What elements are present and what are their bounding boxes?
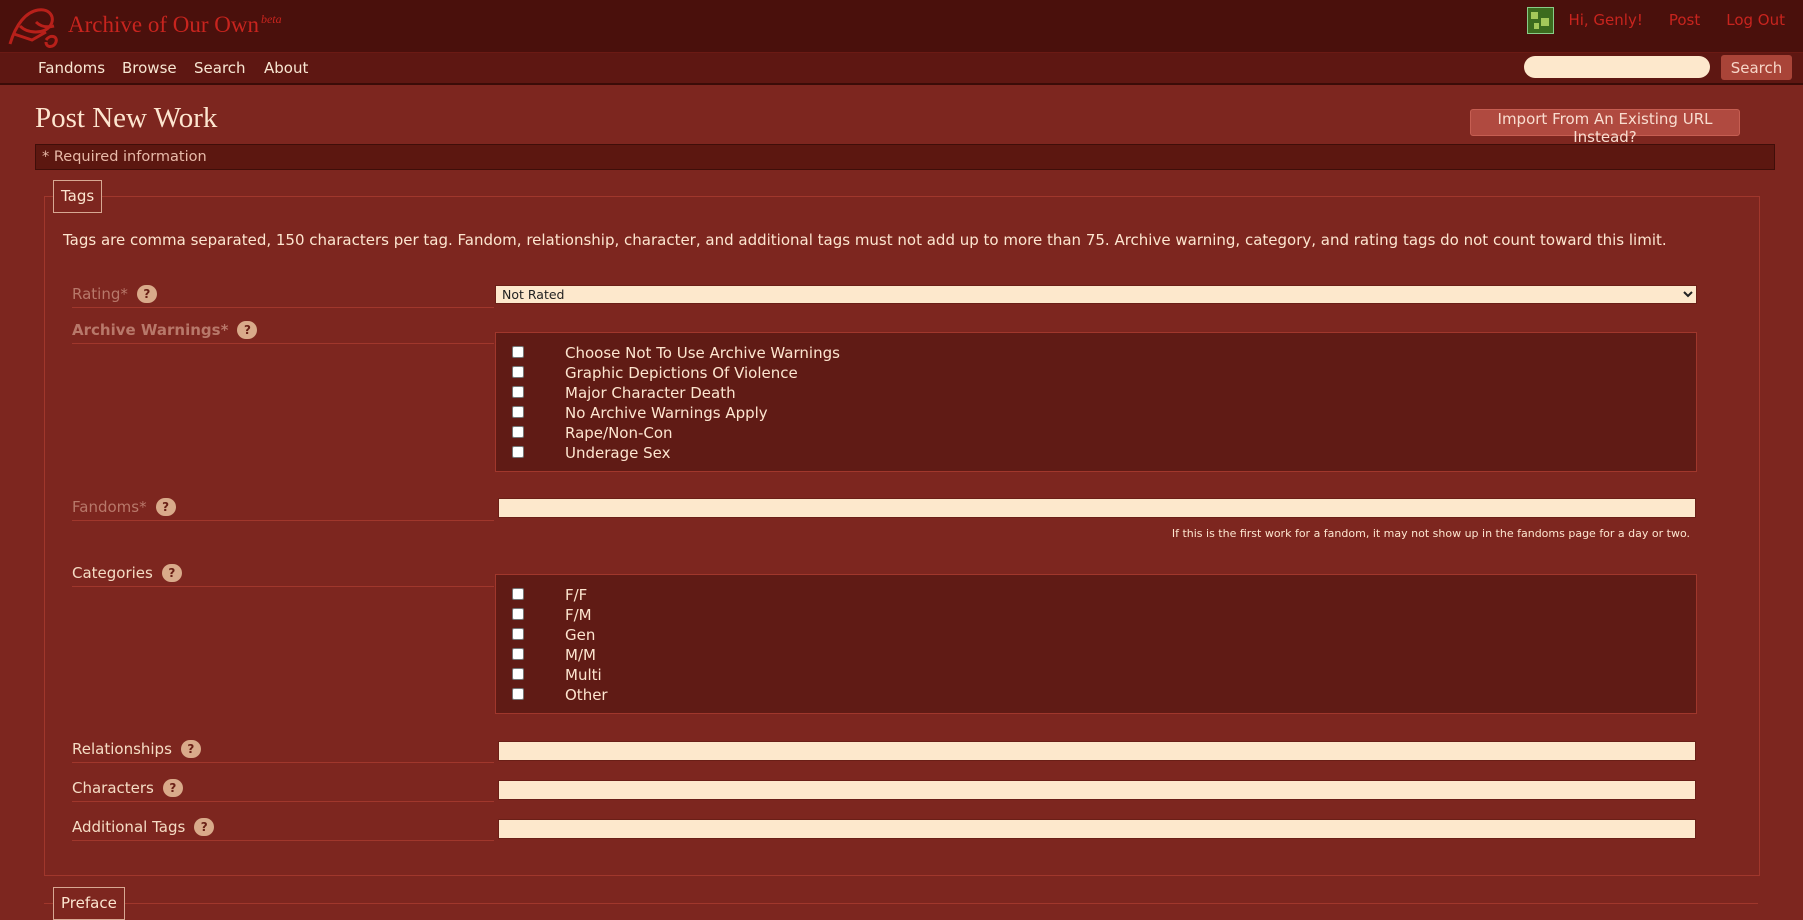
rating-label-text: Rating* <box>72 285 128 303</box>
category-checkbox[interactable] <box>512 608 524 620</box>
warning-label[interactable]: No Archive Warnings Apply <box>565 404 768 422</box>
fandoms-help-icon[interactable]: ? <box>155 498 176 516</box>
characters-help-icon[interactable]: ? <box>162 779 183 797</box>
category-label[interactable]: Other <box>565 686 608 704</box>
characters-input[interactable] <box>498 780 1696 800</box>
preface-legend: Preface <box>53 887 125 920</box>
fandoms-input[interactable] <box>498 498 1696 518</box>
post-link[interactable]: Post <box>1669 11 1700 29</box>
relationships-input[interactable] <box>498 741 1696 761</box>
category-checkbox[interactable] <box>512 648 524 660</box>
characters-label: Characters? <box>72 779 494 802</box>
rating-label: Rating*? <box>72 285 494 308</box>
category-checkbox[interactable] <box>512 688 524 700</box>
warning-label[interactable]: Choose Not To Use Archive Warnings <box>565 344 840 362</box>
relationships-help-icon[interactable]: ? <box>180 740 201 758</box>
greeting-link[interactable]: Hi, Genly! <box>1568 11 1642 29</box>
categories-label: Categories? <box>72 564 494 587</box>
warning-label[interactable]: Underage Sex <box>565 444 670 462</box>
warning-label[interactable]: Major Character Death <box>565 384 736 402</box>
category-checkbox[interactable] <box>512 588 524 600</box>
categories-checkbox-group: F/F F/M Gen M/M Multi Other <box>495 574 1697 714</box>
warning-checkbox[interactable] <box>512 426 524 438</box>
site-title[interactable]: Archive of Our Own beta <box>68 12 282 38</box>
site-title-text[interactable]: Archive of Our Own <box>68 12 259 37</box>
warning-checkbox[interactable] <box>512 386 524 398</box>
logout-link[interactable]: Log Out <box>1726 11 1785 29</box>
category-label[interactable]: F/F <box>565 586 587 604</box>
category-label[interactable]: Gen <box>565 626 595 644</box>
category-label[interactable]: Multi <box>565 666 602 684</box>
warning-checkbox[interactable] <box>512 446 524 458</box>
categories-help-icon[interactable]: ? <box>161 564 182 582</box>
nav-search[interactable]: Search <box>194 59 246 77</box>
nav-browse[interactable]: Browse <box>122 59 177 77</box>
additional-tags-input[interactable] <box>498 819 1696 839</box>
warnings-label: Archive Warnings*? <box>72 321 494 344</box>
search-button[interactable]: Search <box>1721 55 1792 80</box>
categories-label-text: Categories <box>72 564 153 582</box>
relationships-label: Relationships? <box>72 740 494 763</box>
warning-checkbox[interactable] <box>512 406 524 418</box>
additional-tags-help-icon[interactable]: ? <box>194 818 215 836</box>
category-checkbox[interactable] <box>512 628 524 640</box>
characters-label-text: Characters <box>72 779 154 797</box>
category-label[interactable]: M/M <box>565 646 596 664</box>
beta-mark: beta <box>260 12 282 27</box>
nav-fandoms[interactable]: Fandoms <box>38 59 105 77</box>
warning-label[interactable]: Graphic Depictions Of Violence <box>565 364 798 382</box>
import-url-button[interactable]: Import From An Existing URL Instead? <box>1470 109 1740 146</box>
warnings-label-text: Archive Warnings* <box>72 321 229 339</box>
warning-checkbox[interactable] <box>512 366 524 378</box>
fandoms-label-text: Fandoms* <box>72 498 147 516</box>
user-area: Hi, Genly! Post Log Out <box>1527 6 1785 34</box>
avatar[interactable] <box>1527 6 1555 34</box>
page-title: Post New Work <box>35 102 218 134</box>
relationships-label-text: Relationships <box>72 740 172 758</box>
nav-about[interactable]: About <box>264 59 308 77</box>
required-note: * Required information <box>35 144 1775 170</box>
additional-tags-label: Additional Tags? <box>72 818 494 841</box>
category-label[interactable]: F/M <box>565 606 592 624</box>
warnings-checkbox-group: Choose Not To Use Archive Warnings Graph… <box>495 332 1697 472</box>
category-checkbox[interactable] <box>512 668 524 680</box>
tags-legend: Tags <box>53 180 103 213</box>
fandoms-hint: If this is the first work for a fandom, … <box>1171 527 1690 540</box>
additional-tags-label-text: Additional Tags <box>72 818 186 836</box>
warnings-help-icon[interactable]: ? <box>237 321 258 339</box>
warning-checkbox[interactable] <box>512 346 524 358</box>
site-header: Archive of Our Own beta Hi, Genly! Post L… <box>0 0 1803 52</box>
preface-fieldset <box>44 903 1758 904</box>
fandoms-label: Fandoms*? <box>72 498 494 521</box>
rating-help-icon[interactable]: ? <box>136 285 157 303</box>
ao3-logo-icon[interactable] <box>6 4 64 50</box>
warning-label[interactable]: Rape/Non-Con <box>565 424 673 442</box>
tags-note: Tags are comma separated, 150 characters… <box>63 231 1667 249</box>
search-input[interactable] <box>1524 56 1710 78</box>
rating-select[interactable]: Not Rated <box>495 285 1697 304</box>
